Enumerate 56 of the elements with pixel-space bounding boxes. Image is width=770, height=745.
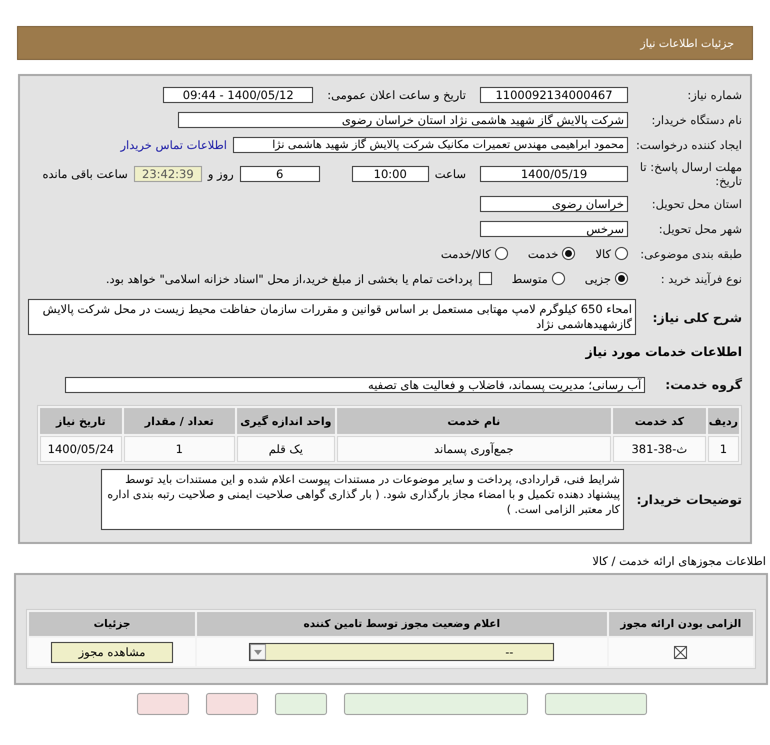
table-cell: 1 (124, 436, 235, 462)
view-license-button[interactable]: مشاهده مجوز (51, 642, 173, 662)
table-cell: یک قلم (236, 436, 335, 462)
column-header: کد خدمت (612, 408, 706, 434)
field-label: نام دستگاه خریدار: (650, 112, 742, 126)
deadline-time-field: 10:00 (352, 166, 429, 182)
field-label: ساعت باقی مانده (42, 167, 128, 181)
city-field: سرخس (480, 220, 628, 236)
table-cell: ث-38-381 (612, 436, 706, 462)
status-dropdown[interactable]: -- (249, 643, 554, 661)
table-cell: جمع‌آوری پسماند (336, 436, 611, 462)
checkbox-label: پرداخت تمام یا بخشی از مبلغ خرید،از محل "اسناد خزانه اسلامی" خواهد بود. (106, 272, 473, 286)
service-group-field: آب رسانی؛ مدیریت پسماند، فاضلاب و فعالیت های تصفیه (65, 376, 646, 392)
province-field: خراسان رضوی (480, 196, 628, 212)
column-header: واحد اندازه گیری (236, 408, 335, 434)
field-label: توضیحات خریدار: (635, 492, 742, 507)
deadline-date-field: 1400/05/19 (480, 166, 628, 182)
field-label: ایجاد کننده درخواست: (635, 138, 742, 152)
buyer-notes-field: شرایط فنی، قراردادی، پرداخت و سایر موضوعات در مستندات پیوست اعلام شده و این مستندات باید توسط پیشنهاد دهنده تکمیل و با امضاء مجاز بارگذاری شود. ( بار گذاری گواهی صلاحیت ایمنی و صلاحیت رتبه بندی اداره کار معتبر الزامی است. ) (101, 469, 624, 530)
table-cell: 1 (708, 436, 739, 462)
column-header: ردیف (708, 408, 739, 434)
contact-link[interactable]: اطلاعات تماس خریدار (120, 138, 227, 152)
field-label: شماره نیاز: (686, 88, 742, 102)
column-header: نام خدمت (336, 408, 611, 434)
days-field: 6 (240, 166, 320, 182)
radio-label: خدمت (528, 246, 558, 260)
field-label: تاریخ و ساعت اعلان عمومی: (327, 88, 466, 102)
column-header: الزامی بودن ارائه مجوز (608, 612, 753, 636)
requester-field: محمود ابراهیمی مهندس تعمیرات مکانیک شرکت پالایش گاز شهید هاشمی نژا (233, 136, 628, 152)
section-title: اطلاعات مجوزهای ارائه خدمت / کالا (591, 554, 766, 568)
radio-label: کالا/خدمت (440, 246, 491, 260)
page-title: جزئیات اطلاعات نیاز (640, 36, 734, 50)
dropdown-value: -- (505, 646, 514, 658)
field-label: شهر محل تحویل: (658, 222, 742, 236)
field-label: طبقه بندی موضوعی: (639, 246, 742, 260)
radio-label: جزیی (584, 272, 611, 286)
field-label: گروه خدمت: (665, 377, 742, 392)
announce-date-field: 1400/05/12 - 09:44 (163, 86, 314, 102)
field-label: نوع فرآیند خرید : (660, 272, 742, 286)
field-label: مهلت ارسال پاسخ: تا تاریخ: (638, 160, 742, 188)
field-label: روز و (208, 167, 234, 181)
field-label: ساعت (434, 167, 466, 181)
column-header: اعلام وضعیت مجوز توسط تامین کننده (197, 612, 607, 636)
buyer-field: شرکت پالایش گاز شهید هاشمی نژاد استان خراسان رضوی (178, 112, 628, 128)
field-label: شرح کلی نیاز: (652, 310, 742, 324)
need-number-field: 1100092134000467 (480, 86, 628, 102)
description-field: امحاء 650 کیلوگرم لامپ مهتابی مستعمل بر اساس قوانین و مقررات سازمان حفاظت محیط زیست در محل شرکت پالایش گازشهیدهاشمی نژاد (28, 299, 636, 335)
column-header: تاریخ نیاز (40, 408, 122, 434)
remaining-time-field: 23:42:39 (134, 166, 202, 182)
radio-label: کالا (595, 246, 611, 260)
section-title: اطلاعات خدمات مورد نیاز (586, 344, 742, 359)
radio-label: متوسط (512, 272, 548, 286)
column-header: جزئیات (29, 612, 196, 636)
field-label: استان محل تحویل: (650, 196, 742, 210)
table-cell: 1400/05/24 (40, 436, 122, 462)
column-header: تعداد / مقدار (124, 408, 235, 434)
